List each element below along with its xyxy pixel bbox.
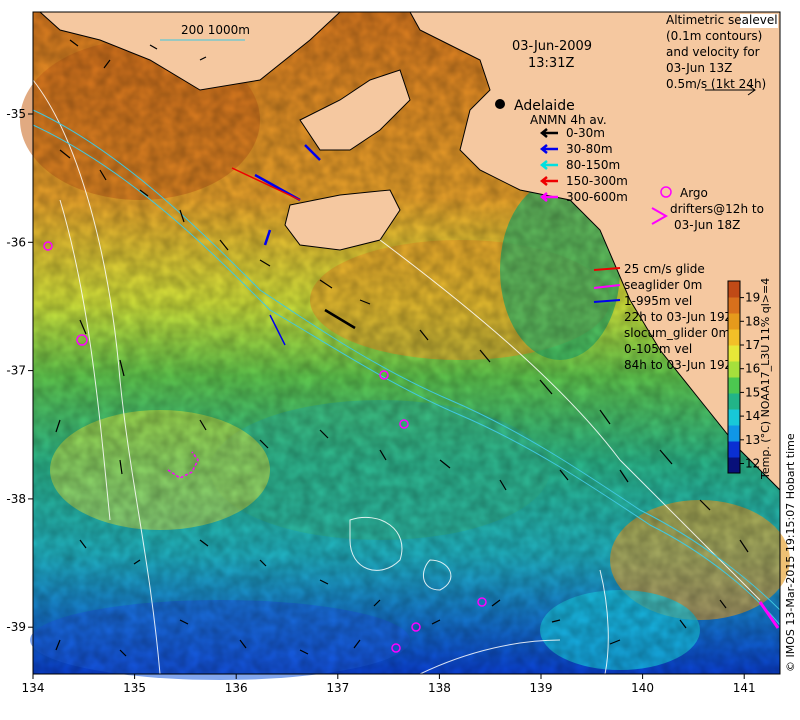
credit-text: © IMOS 13-Mar-2015 19:15:07 Hobart time: [784, 433, 797, 672]
y-tick-label: -39: [6, 620, 26, 634]
altimetry-line-4: 03-Jun 13Z: [666, 61, 732, 75]
x-axis: 134 135 136 137 138 139 140 141: [22, 674, 756, 695]
glider-line-7: 84h to 03-Jun 19Z: [624, 358, 733, 372]
adelaide-marker: [495, 99, 505, 109]
map-date: 03-Jun-2009: [512, 39, 592, 54]
colorbar-tick-label: 13: [745, 433, 760, 447]
x-tick-label: 139: [530, 681, 553, 695]
colorbar-cell: [728, 441, 740, 458]
colorbar-tick-label: 17: [745, 338, 760, 352]
colorbar-cell: [728, 425, 740, 442]
y-tick-label: -38: [6, 492, 26, 506]
colorbar-cell: [728, 361, 740, 378]
colorbar-cell: [728, 329, 740, 346]
glider-line-1: 25 cm/s glide: [624, 262, 705, 276]
colorbar-cell: [728, 345, 740, 362]
argo-legend-line-2: 03-Jun 18Z: [674, 218, 740, 232]
anmn-legend-item: 80-150m: [566, 158, 620, 172]
colorbar-cell: [728, 409, 740, 426]
x-tick-label: 136: [225, 681, 248, 695]
y-tick-label: -37: [6, 364, 26, 378]
glider-line-2: seaglider 0m: [624, 278, 702, 292]
x-tick-label: 141: [733, 681, 756, 695]
anmn-legend-item: 300-600m: [566, 190, 628, 204]
colorbar-tick-label: 15: [745, 385, 760, 399]
x-tick-label: 137: [326, 681, 349, 695]
colorbar-cell: [728, 377, 740, 394]
anmn-legend-title: ANMN 4h av.: [530, 113, 607, 127]
map-time: 13:31Z: [528, 56, 574, 71]
colorbar-tick-label: 14: [745, 409, 760, 423]
colorbar-cell: [728, 297, 740, 314]
colorbar-cell: [728, 393, 740, 410]
x-tick-label: 134: [22, 681, 45, 695]
glider-line-6: 0-105m vel: [624, 342, 692, 356]
x-tick-label: 140: [631, 681, 654, 695]
anmn-legend-item: 30-80m: [566, 142, 613, 156]
map-area: Adelaide 03-Jun-2009 13:31Z 200 1000m Al…: [20, 11, 797, 680]
colorbar-cell: [728, 313, 740, 330]
x-tick-label: 138: [428, 681, 451, 695]
y-axis: -35 -36 -37 -38 -39: [6, 107, 33, 634]
colorbar-cell: [728, 457, 740, 474]
argo-legend-title: Argo: [680, 186, 708, 200]
argo-legend-line-1: drifters@12h to: [670, 202, 764, 216]
y-tick-label: -36: [6, 235, 26, 249]
y-tick-label: -35: [6, 107, 26, 121]
altimetry-line-3: and velocity for: [666, 45, 760, 59]
depth-contour-label: 200 1000m: [181, 23, 250, 37]
altimetry-line-1: Altimetric sealevel: [666, 13, 778, 27]
anmn-legend-item: 150-300m: [566, 174, 628, 188]
sst-map-figure: Adelaide 03-Jun-2009 13:31Z 200 1000m Al…: [6, 11, 797, 695]
city-label: Adelaide: [514, 98, 575, 114]
colorbar-tick-label: 19: [745, 291, 760, 305]
colorbar-tick-label: 12: [745, 457, 760, 471]
colorbar-tick-label: 18: [745, 314, 760, 328]
x-tick-label: 135: [123, 681, 146, 695]
colorbar-label: Temp. (°C) NOAA17_L3U 11% ql>=4: [759, 278, 772, 480]
glider-line-5: slocum_glider 0m: [624, 326, 730, 340]
colorbar-cell: [728, 281, 740, 298]
altimetry-line-2: (0.1m contours): [666, 29, 762, 43]
glider-line-4: 22h to 03-Jun 19Z: [624, 310, 733, 324]
colorbar-tick-label: 16: [745, 362, 760, 376]
altimetry-line-5: 0.5m/s (1kt 24h): [666, 77, 766, 91]
glider-line-3: 1-995m vel: [624, 294, 692, 308]
anmn-legend-item: 0-30m: [566, 126, 605, 140]
